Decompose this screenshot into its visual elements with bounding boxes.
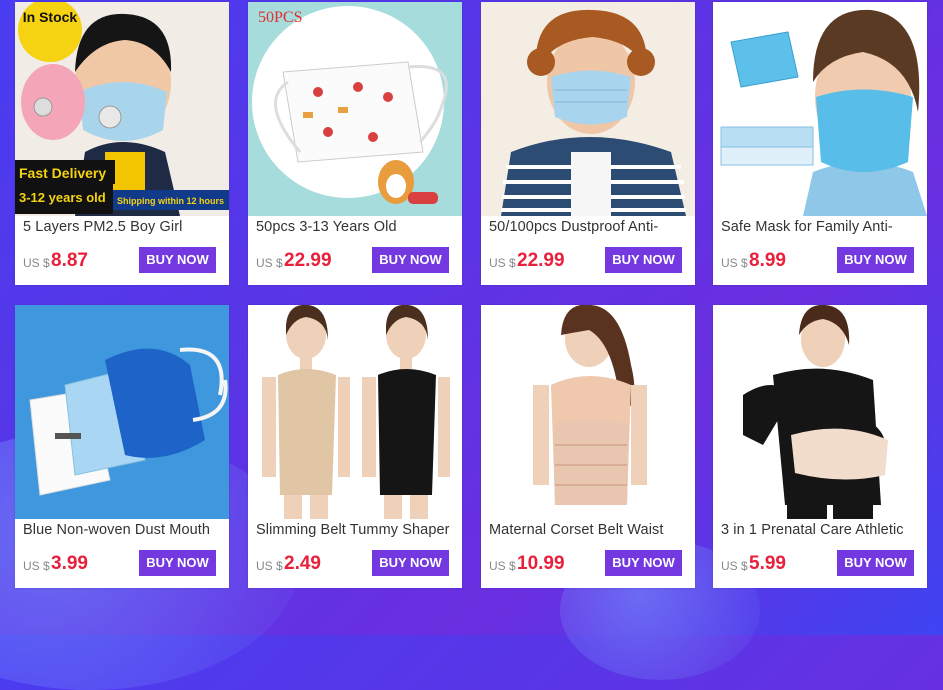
svg-text:Fast Delivery: Fast Delivery [19, 165, 106, 181]
buy-now-button[interactable]: BUY NOW [605, 247, 682, 273]
product-price: 8.99 [749, 250, 786, 271]
product-image[interactable]: 50PCS [248, 2, 462, 216]
product-price: 22.99 [284, 250, 332, 271]
product-image[interactable] [481, 2, 695, 216]
product-title[interactable]: Maternal Corset Belt Waist [489, 522, 689, 542]
product-card[interactable]: Safe Mask for Family Anti- US $ 8.99 BUY… [713, 2, 927, 285]
product-card[interactable]: Slimming Belt Tummy Shaper US $ 2.49 BUY… [248, 305, 462, 588]
currency-label: US $ [23, 559, 50, 573]
buy-now-button[interactable]: BUY NOW [139, 550, 216, 576]
buy-now-button[interactable]: BUY NOW [837, 550, 914, 576]
svg-text:Shipping within 12 hours: Shipping within 12 hours [117, 196, 224, 206]
currency-label: US $ [721, 559, 748, 573]
product-card[interactable]: 50PCS 50pcs 3-13 Years Old US $ 22.99 BU… [248, 2, 462, 285]
in-stock-badge: In Stock [23, 9, 78, 25]
buy-now-button[interactable]: BUY NOW [139, 247, 216, 273]
product-card[interactable]: In Stock Fast Delivery 3-12 years old Sh… [15, 2, 229, 285]
currency-label: US $ [256, 256, 283, 270]
buy-now-button[interactable]: BUY NOW [605, 550, 682, 576]
product-card[interactable]: Maternal Corset Belt Waist US $ 10.99 BU… [481, 305, 695, 588]
product-price: 3.99 [51, 553, 88, 574]
product-image[interactable] [248, 305, 462, 519]
product-title[interactable]: Blue Non-woven Dust Mouth [23, 522, 223, 542]
product-image[interactable] [713, 2, 927, 216]
product-image[interactable] [15, 305, 229, 519]
currency-label: US $ [256, 559, 283, 573]
product-title[interactable]: 50pcs 3-13 Years Old [256, 219, 456, 239]
product-price: 5.99 [749, 553, 786, 574]
product-title[interactable]: Safe Mask for Family Anti- [721, 219, 921, 239]
currency-label: US $ [489, 559, 516, 573]
product-image[interactable] [481, 305, 695, 519]
product-title[interactable]: 3 in 1 Prenatal Care Athletic [721, 522, 921, 542]
buy-now-button[interactable]: BUY NOW [372, 550, 449, 576]
currency-label: US $ [489, 256, 516, 270]
pack-count-badge: 50PCS [258, 9, 302, 26]
product-title[interactable]: 50/100pcs Dustproof Anti- [489, 219, 689, 239]
product-title[interactable]: 5 Layers PM2.5 Boy Girl [23, 219, 223, 239]
buy-now-button[interactable]: BUY NOW [837, 247, 914, 273]
product-image[interactable]: In Stock Fast Delivery 3-12 years old Sh… [15, 2, 229, 216]
currency-label: US $ [23, 256, 50, 270]
product-card[interactable]: Blue Non-woven Dust Mouth US $ 3.99 BUY … [15, 305, 229, 588]
buy-now-button[interactable]: BUY NOW [372, 247, 449, 273]
product-price: 22.99 [517, 250, 565, 271]
svg-text:3-12 years old: 3-12 years old [19, 190, 106, 205]
product-image[interactable] [713, 305, 927, 519]
product-title[interactable]: Slimming Belt Tummy Shaper [256, 522, 456, 542]
product-card[interactable]: 3 in 1 Prenatal Care Athletic US $ 5.99 … [713, 305, 927, 588]
product-price: 8.87 [51, 250, 88, 271]
product-price: 10.99 [517, 553, 565, 574]
product-card[interactable]: 50/100pcs Dustproof Anti- US $ 22.99 BUY… [481, 2, 695, 285]
product-price: 2.49 [284, 553, 321, 574]
currency-label: US $ [721, 256, 748, 270]
